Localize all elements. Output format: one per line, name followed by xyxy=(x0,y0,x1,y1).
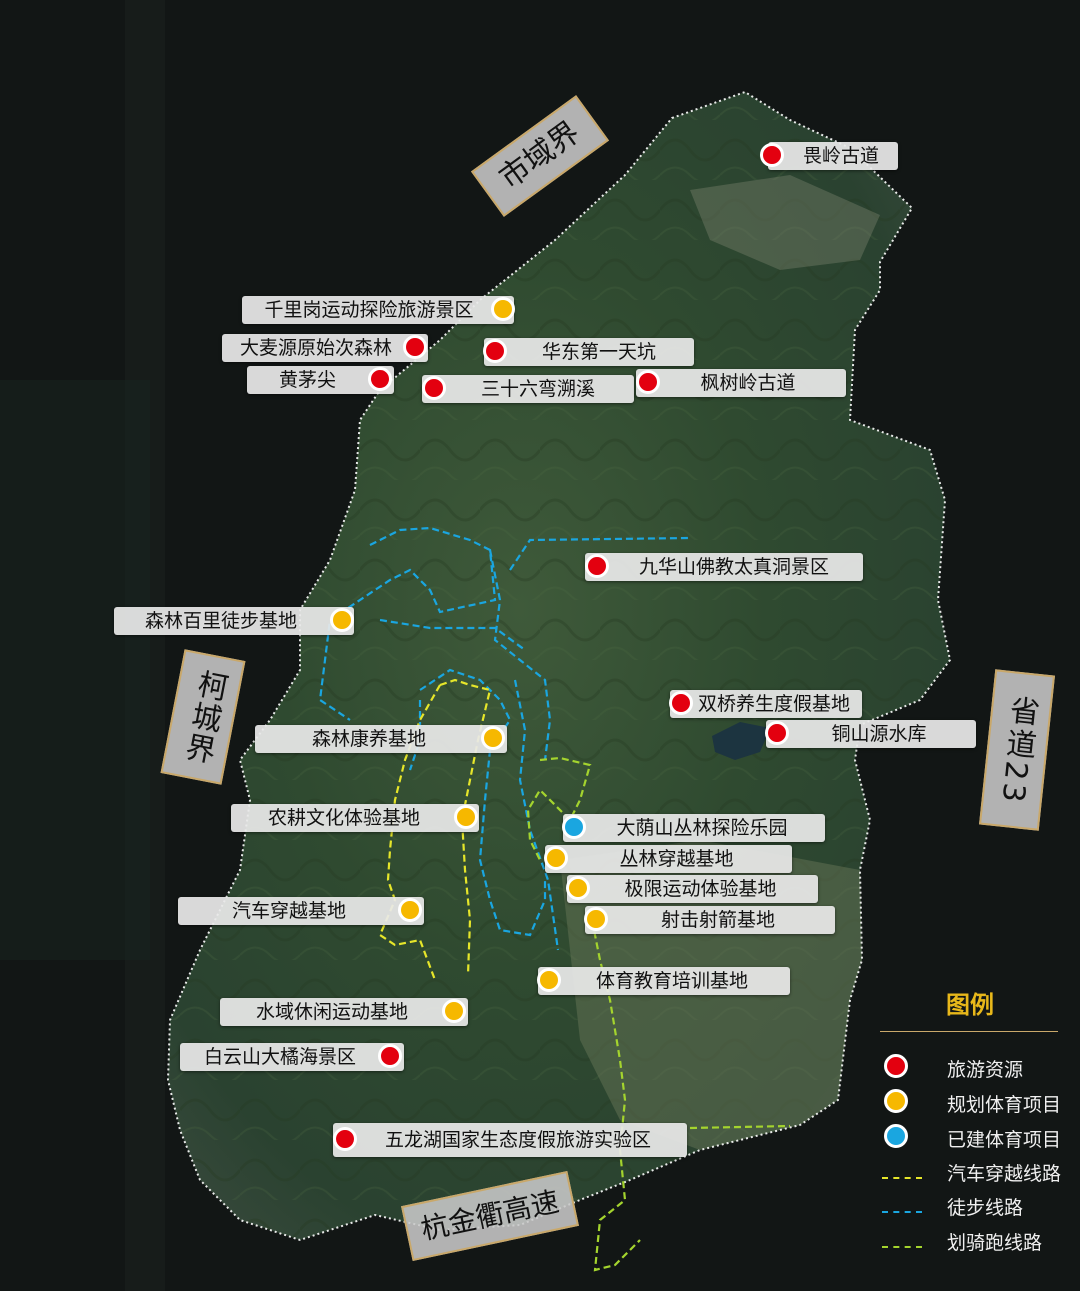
map-canvas: 市域界 柯城界 省道23 杭金衢高速 畏岭古道 千里岗运动探险旅游景区 大麦源原… xyxy=(0,0,1080,1291)
marker-shuangqiao xyxy=(669,691,693,715)
legend-line-car xyxy=(882,1177,922,1179)
poi-label-dayinshan: 大荫山丛林探险乐园 xyxy=(563,814,825,842)
poi-label-tiyu: 体育教育培训基地 xyxy=(538,967,790,995)
marker-shuiyu xyxy=(442,999,466,1023)
marker-tiyu xyxy=(537,968,561,992)
poi-label-senlin-kangyang: 森林康养基地 xyxy=(255,725,507,753)
poi-label-qianligang: 千里岗运动探险旅游景区 xyxy=(242,296,514,324)
legend-label-car: 汽车穿越线路 xyxy=(947,1163,1062,1185)
poi-label-baiyunshan: 白云山大橘海景区 xyxy=(180,1043,404,1071)
poi-label-tongshanyuan: 铜山源水库 xyxy=(766,720,976,748)
marker-huadong xyxy=(483,339,507,363)
marker-senlin-kangyang xyxy=(481,726,505,750)
marker-qiche xyxy=(398,898,422,922)
marker-weiling xyxy=(760,143,784,167)
marker-jiuhuashan xyxy=(585,554,609,578)
legend: 图例 旅游资源 规划体育项目 已建体育项目 汽车穿越线路 徒步线路 划骑跑线路 xyxy=(880,985,1062,1265)
marker-fengshuling xyxy=(636,370,660,394)
poi-label-sanshiliu: 三十六弯溯溪 xyxy=(422,375,634,403)
poi-label-wulonghu: 五龙湖国家生态度假旅游实验区 xyxy=(333,1123,687,1157)
poi-label-huadong: 华东第一天坑 xyxy=(484,338,694,366)
legend-line-paddle-run xyxy=(882,1246,922,1248)
poi-label-jixian: 极限运动体验基地 xyxy=(567,875,818,903)
legend-title: 图例 xyxy=(946,991,994,1019)
poi-label-senlin-baili: 森林百里徒步基地 xyxy=(114,607,354,635)
legend-marker-planned xyxy=(884,1089,908,1113)
poi-label-weiling: 畏岭古道 xyxy=(768,142,898,170)
poi-label-jiuhuashan: 九华山佛教太真洞景区 xyxy=(585,553,863,581)
marker-baiyunshan xyxy=(378,1044,402,1068)
marker-damaiyuan xyxy=(403,335,427,359)
legend-line-hiking xyxy=(882,1211,922,1213)
marker-huangmaojian xyxy=(368,367,392,391)
marker-jixian xyxy=(566,876,590,900)
marker-nonggeng xyxy=(454,805,478,829)
legend-marker-built xyxy=(884,1124,908,1148)
poi-label-conglin: 丛林穿越基地 xyxy=(545,845,792,873)
legend-divider xyxy=(880,1031,1058,1032)
legend-marker-tourism xyxy=(884,1054,908,1078)
legend-label-paddle-run: 划骑跑线路 xyxy=(947,1232,1043,1254)
legend-label-tourism: 旅游资源 xyxy=(947,1059,1024,1081)
poi-label-damaiyuan: 大麦源原始次森林 xyxy=(222,334,428,362)
marker-wulonghu xyxy=(333,1127,357,1151)
poi-label-fengshuling: 枫树岭古道 xyxy=(636,369,846,397)
poi-label-nonggeng: 农耕文化体验基地 xyxy=(231,804,479,832)
marker-dayinshan xyxy=(562,815,586,839)
poi-label-sheji: 射击射箭基地 xyxy=(585,906,835,934)
legend-label-planned: 规划体育项目 xyxy=(947,1094,1062,1116)
poi-label-shuangqiao: 双桥养生度假基地 xyxy=(670,690,862,718)
background-tile-strip-2 xyxy=(0,380,150,960)
marker-qianligang xyxy=(491,297,515,321)
poi-label-qiche: 汽车穿越基地 xyxy=(178,897,424,925)
legend-label-hiking: 徒步线路 xyxy=(947,1197,1024,1219)
marker-senlin-baili xyxy=(330,608,354,632)
marker-sanshiliu xyxy=(422,376,446,400)
marker-sheji xyxy=(584,907,608,931)
provincial-road-label: 省道23 xyxy=(994,693,1041,807)
marker-tongshanyuan xyxy=(765,721,789,745)
marker-conglin xyxy=(544,846,568,870)
legend-label-built: 已建体育项目 xyxy=(947,1129,1062,1151)
poi-label-shuiyu: 水域休闲运动基地 xyxy=(220,998,468,1026)
